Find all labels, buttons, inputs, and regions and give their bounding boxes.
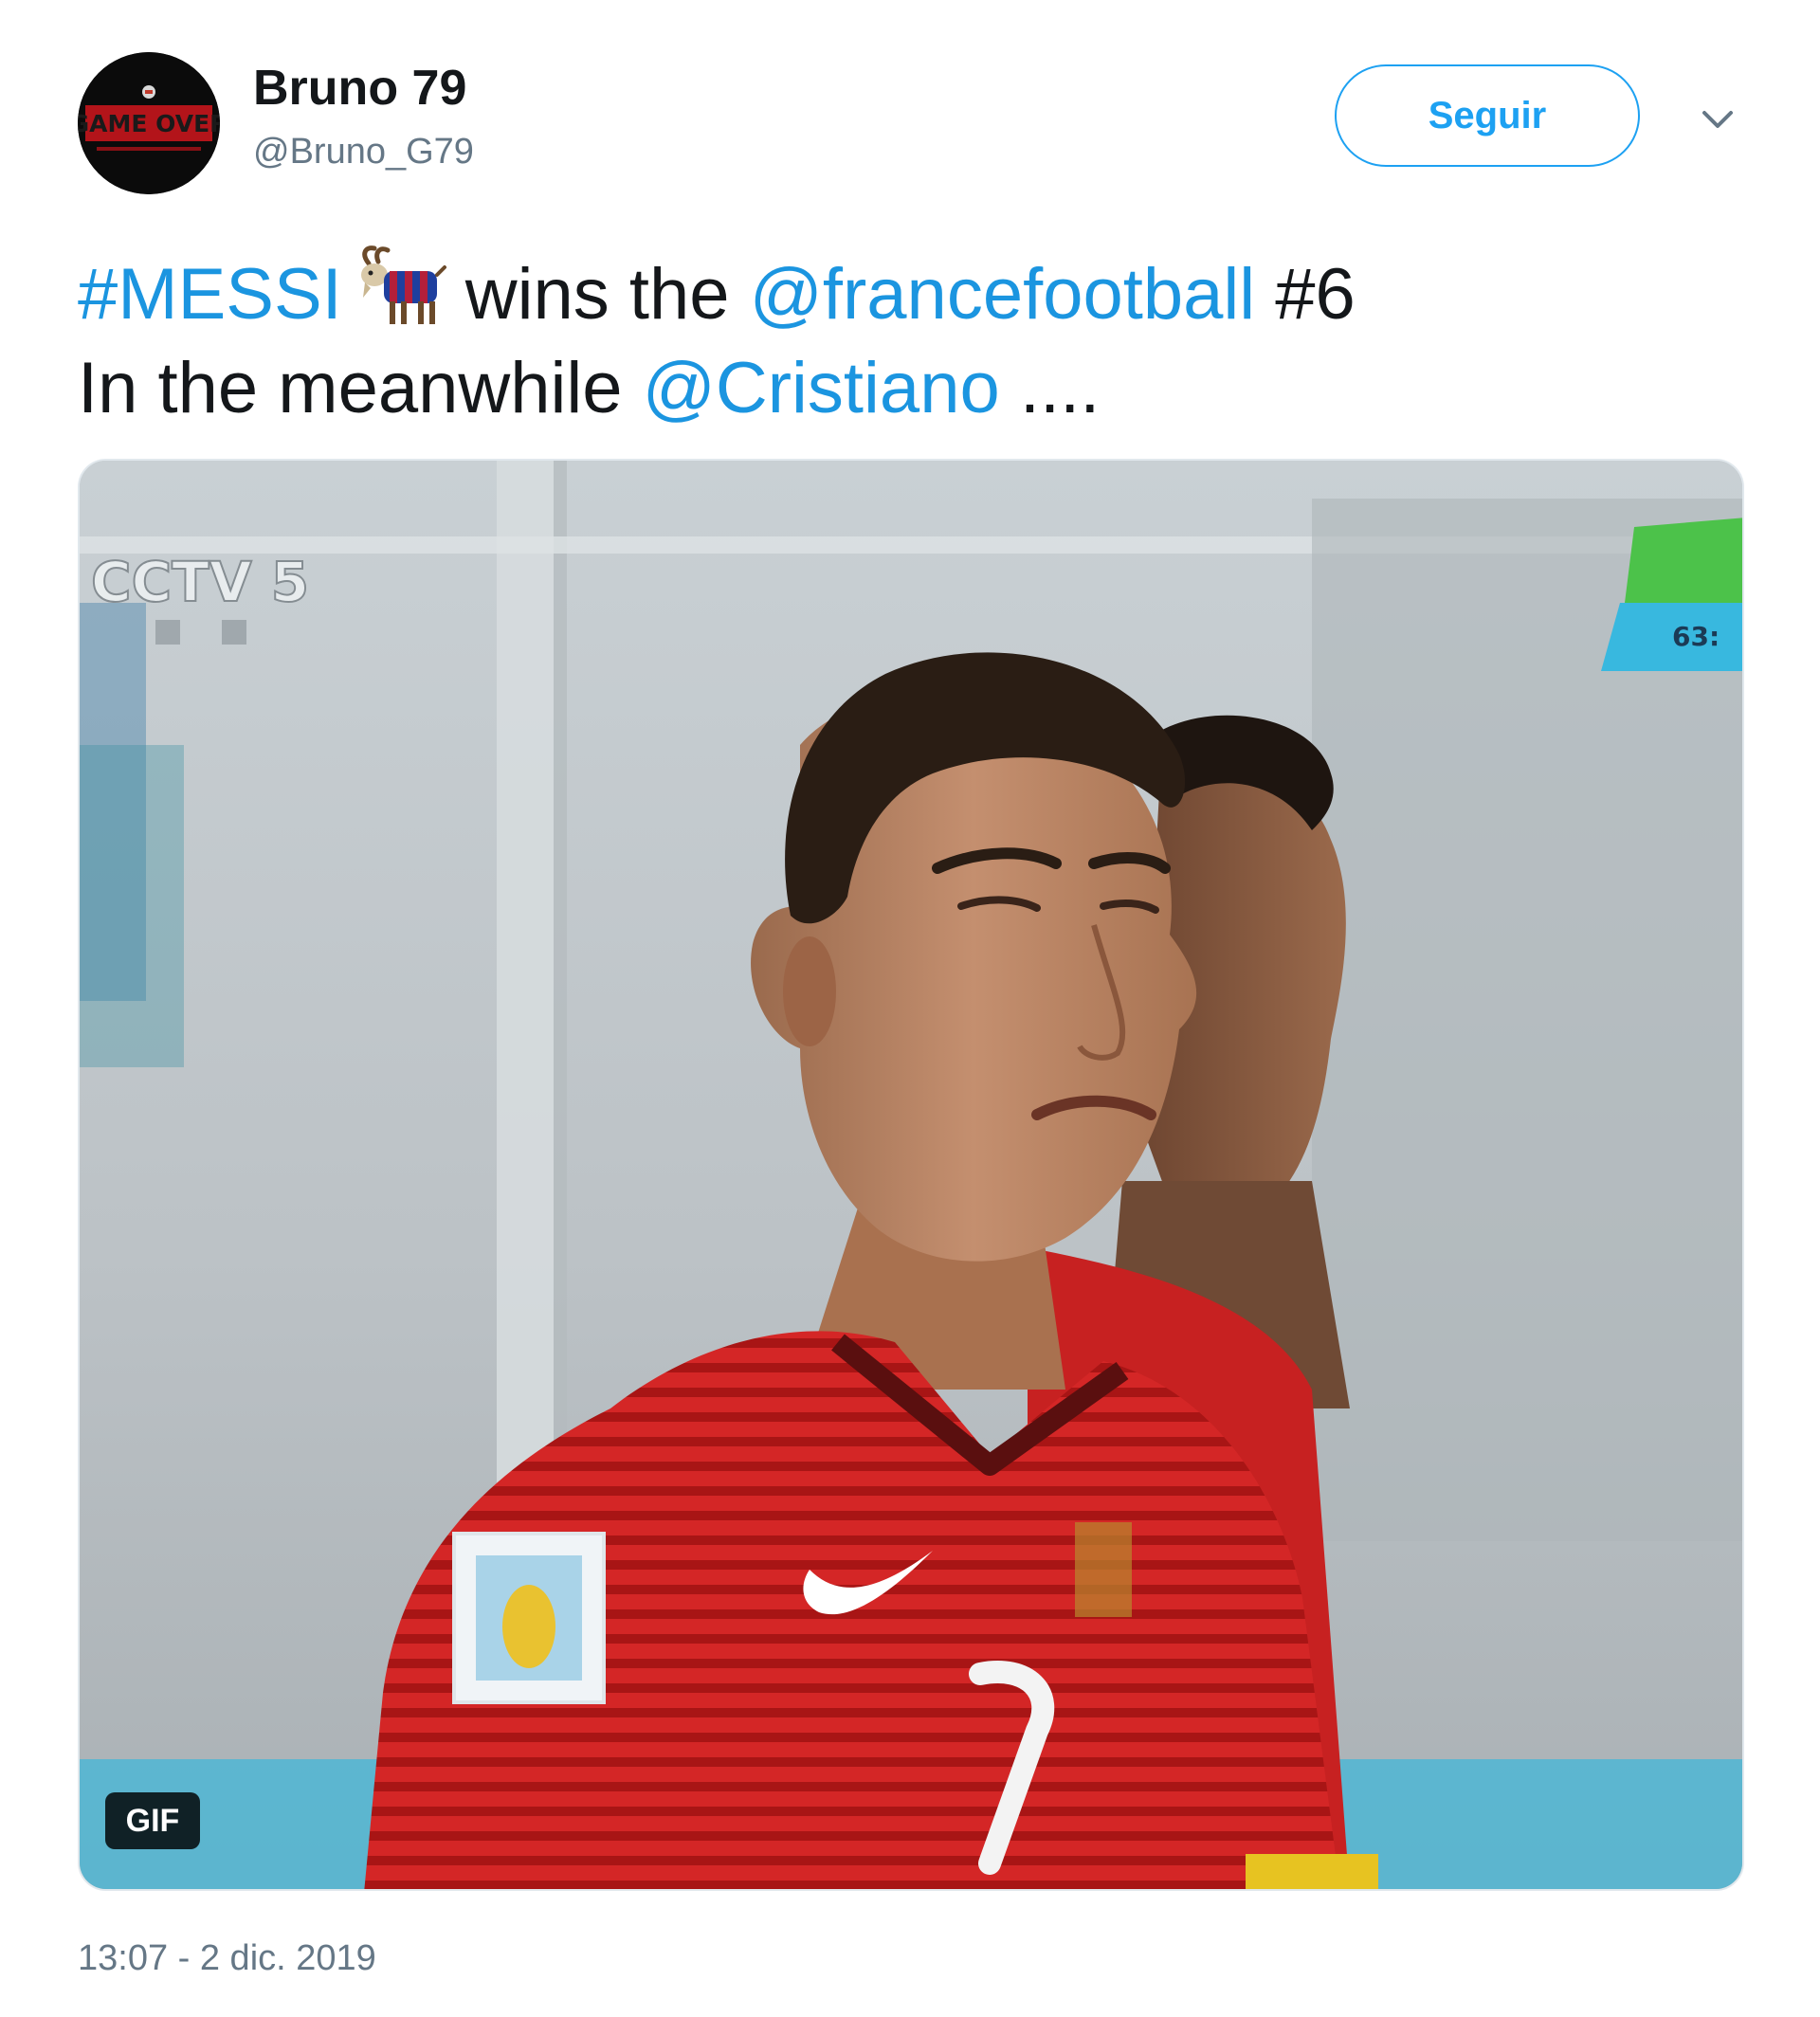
tweet-timestamp[interactable]: 13:07 - 2 dic. 2019 bbox=[78, 1932, 376, 1985]
tweet-line-2: In the meanwhile @Cristiano .... bbox=[78, 340, 1765, 436]
tweet-text-segment: In the meanwhile bbox=[78, 348, 623, 428]
broadcast-logo-text: CCTV 5 bbox=[91, 550, 309, 614]
mention-cristiano[interactable]: @Cristiano bbox=[643, 348, 1000, 428]
follow-button[interactable]: Seguir bbox=[1335, 64, 1640, 167]
chevron-down-icon[interactable] bbox=[1697, 99, 1738, 140]
tweet-media-gif[interactable]: CCTV 5 63: GIF bbox=[78, 459, 1744, 1891]
avatar[interactable]: GAME OVER bbox=[78, 52, 220, 194]
tweet-line-1: #MESSI wins the @francefootball #6 bbox=[78, 245, 1765, 340]
hashtag-messi[interactable]: #MESSI bbox=[78, 254, 342, 335]
score-overlay-text: 63: bbox=[1672, 621, 1720, 652]
tweet-text-segment: .... bbox=[1019, 348, 1101, 428]
avatar-logo-text: GAME OVER bbox=[78, 110, 220, 137]
tweet-text: #MESSI wins the @francefootball #6 In th… bbox=[78, 245, 1765, 436]
display-name[interactable]: Bruno 79 bbox=[253, 55, 466, 121]
avatar-image: GAME OVER bbox=[78, 52, 220, 194]
mention-francefootball[interactable]: @francefootball bbox=[750, 254, 1255, 335]
tweet-text-segment: wins the bbox=[464, 254, 730, 335]
gif-badge: GIF bbox=[105, 1792, 200, 1849]
gif-frame: CCTV 5 63: bbox=[80, 461, 1742, 1889]
user-handle[interactable]: @Bruno_G79 bbox=[253, 125, 474, 178]
tweet-text-segment: #6 bbox=[1275, 254, 1356, 335]
goat-icon bbox=[355, 245, 448, 328]
